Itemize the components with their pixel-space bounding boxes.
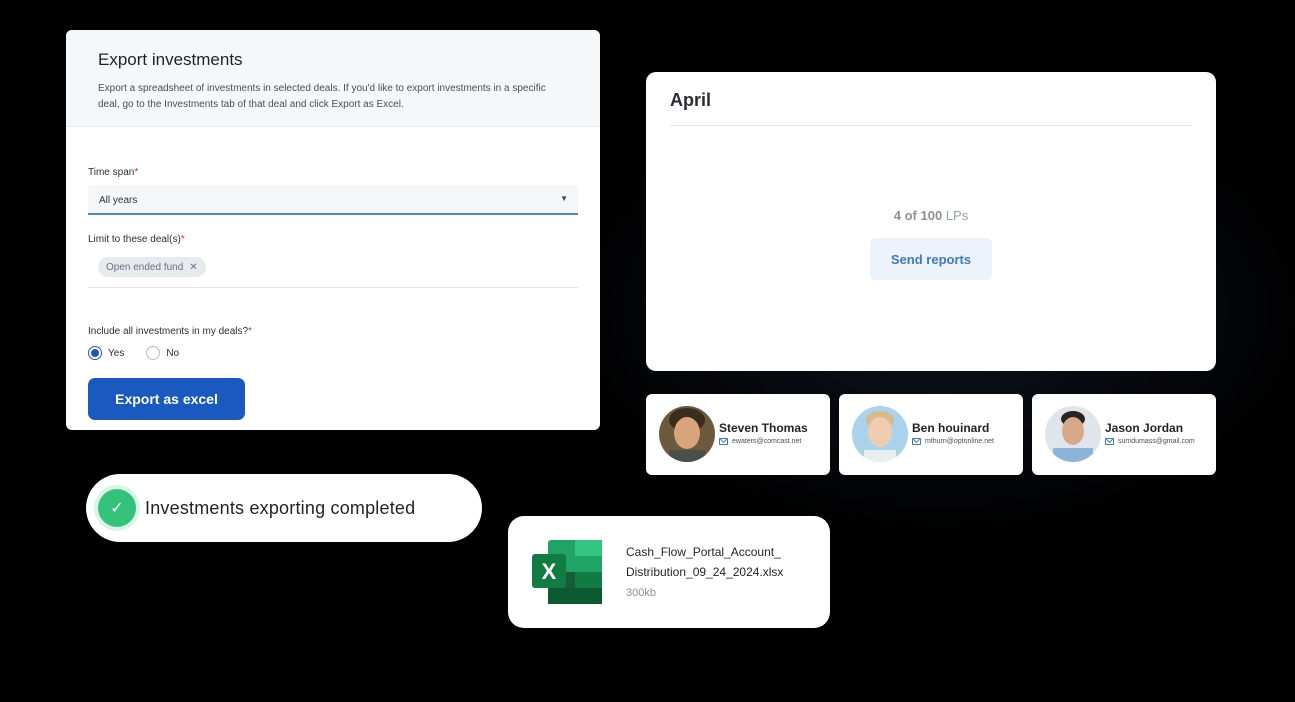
radio-yes[interactable] xyxy=(88,346,102,360)
divider xyxy=(670,125,1192,126)
mail-icon xyxy=(719,438,728,445)
radio-no[interactable] xyxy=(146,346,161,360)
avatar xyxy=(659,406,715,462)
deals-label: Limit to these deal(s)* xyxy=(88,234,185,245)
person-name: Jason Jordan xyxy=(1105,421,1184,435)
report-card: April 4 of 100 LPs Send reports xyxy=(646,72,1216,371)
include-radio-group: Yes No xyxy=(88,346,179,360)
export-header: Export investments Export a spreadsheet … xyxy=(66,30,600,127)
time-span-label: Time span* xyxy=(88,167,139,178)
radio-no-label: No xyxy=(166,347,180,359)
caret-down-icon: ▼ xyxy=(560,194,568,203)
person-name: Steven Thomas xyxy=(719,421,808,435)
person-card[interactable]: Ben houinard mthurn@optonline.net xyxy=(839,394,1023,475)
lp-count: 4 of 100 LPs xyxy=(893,208,969,223)
person-email: sumdumass@gmail.com xyxy=(1105,438,1195,445)
person-email: ewaters@comcast.net xyxy=(719,438,801,445)
time-span-value: All years xyxy=(99,195,138,206)
send-reports-button[interactable]: Send reports xyxy=(870,238,992,280)
chip-remove-icon[interactable]: ✕ xyxy=(189,262,197,273)
avatar xyxy=(1045,406,1101,462)
file-size: 300kb xyxy=(626,587,656,599)
svg-text:X: X xyxy=(542,559,557,584)
mail-icon xyxy=(1105,438,1114,445)
person-card[interactable]: Jason Jordan sumdumass@gmail.com xyxy=(1032,394,1216,475)
deal-chip-label: Open ended fund xyxy=(106,261,184,273)
report-month: April xyxy=(670,90,712,110)
time-span-select[interactable]: All years ▼ xyxy=(88,185,578,215)
export-completed-toast: ✓ Investments exporting completed xyxy=(86,474,482,542)
deal-chip: Open ended fund ✕ xyxy=(98,257,206,277)
export-title: Export investments xyxy=(98,50,243,69)
export-as-excel-button[interactable]: Export as excel xyxy=(88,378,245,420)
file-name: Cash_Flow_Portal_Account_ Distribution_0… xyxy=(626,545,784,579)
avatar xyxy=(852,406,908,462)
person-card[interactable]: Steven Thomas ewaters@comcast.net xyxy=(646,394,830,475)
deals-input[interactable]: Open ended fund ✕ xyxy=(88,252,578,288)
excel-icon: X xyxy=(530,538,604,606)
export-description: Export a spreadsheet of investments in s… xyxy=(98,83,546,110)
radio-yes-label: Yes xyxy=(108,347,125,359)
mail-icon xyxy=(912,438,921,445)
include-label: Include all investments in my deals?* xyxy=(88,326,252,337)
check-icon: ✓ xyxy=(98,489,136,527)
person-email: mthurn@optonline.net xyxy=(912,438,994,445)
toast-message: Investments exporting completed xyxy=(145,497,416,518)
file-card[interactable]: X Cash_Flow_Portal_Account_ Distribution… xyxy=(508,516,830,628)
export-investments-card: Export investments Export a spreadsheet … xyxy=(66,30,600,430)
person-name: Ben houinard xyxy=(912,421,990,435)
